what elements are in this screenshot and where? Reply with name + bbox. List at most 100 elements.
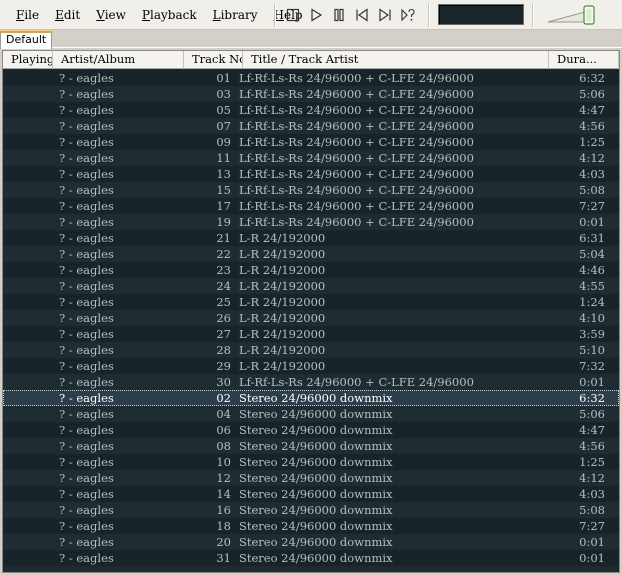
track-row[interactable]: ? - eagles 12 Stereo 24/96000 downmix 4:12 [3, 470, 619, 486]
menu-view[interactable]: View [88, 0, 134, 30]
track-row[interactable]: ? - eagles 02 Stereo 24/96000 downmix 6:32 [3, 390, 619, 406]
playing-cell [3, 390, 55, 406]
title-cell: L-R 24/192000 [239, 247, 326, 261]
playing-cell [3, 550, 55, 566]
track-row[interactable]: ? - eagles 01 Lf-Rf-Ls-Rs 24/96000 + C-LFE… [3, 70, 619, 86]
track-row[interactable]: ? - eagles 05 Lf-Rf-Ls-Rs 24/96000 + C-LFE… [3, 102, 619, 118]
track-row[interactable]: ? - eagles 09 Lf-Rf-Ls-Rs 24/96000 + C-LFE… [3, 134, 619, 150]
duration-cell: 7:32 [579, 359, 605, 373]
track-row[interactable]: ? - eagles 30 Lf-Rf-Ls-Rs 24/96000 + C-LFE… [3, 374, 619, 390]
artist-cell: ? - eagles [59, 263, 114, 277]
track-row[interactable]: ? - eagles 21 L-R 24/192000 6:31 [3, 230, 619, 246]
track-number-cell: 13 [216, 167, 231, 181]
duration-cell: 7:27 [579, 199, 605, 213]
pause-icon [334, 8, 344, 22]
toolbar-separator [428, 3, 430, 27]
track-row[interactable]: ? - eagles 18 Stereo 24/96000 downmix 7:27 [3, 518, 619, 534]
track-row[interactable]: ? - eagles 16 Stereo 24/96000 downmix 5:08 [3, 502, 619, 518]
track-number-cell: 15 [216, 183, 231, 197]
track-row[interactable]: ? - eagles 28 L-R 24/192000 5:10 [3, 342, 619, 358]
track-number-cell: 01 [216, 71, 231, 85]
volume-ramp-icon [547, 5, 595, 25]
track-row[interactable]: ? - eagles 27 L-R 24/192000 3:59 [3, 326, 619, 342]
title-cell: Lf-Rf-Ls-Rs 24/96000 + C-LFE 24/96000 [239, 183, 474, 197]
track-row[interactable]: ? - eagles 31 Stereo 24/96000 downmix 0:01 [3, 550, 619, 566]
track-row[interactable]: ? - eagles 19 Lf-Rf-Ls-Rs 24/96000 + C-LFE… [3, 214, 619, 230]
playing-cell [3, 342, 55, 358]
track-row[interactable]: ? - eagles 25 L-R 24/192000 1:24 [3, 294, 619, 310]
column-artist-album[interactable]: Artist/Album [53, 51, 184, 69]
duration-cell: 5:06 [579, 407, 605, 421]
previous-button[interactable] [352, 5, 372, 25]
track-number-cell: 09 [216, 135, 231, 149]
track-number-cell: 19 [216, 215, 231, 229]
title-cell: Lf-Rf-Ls-Rs 24/96000 + C-LFE 24/96000 [239, 375, 474, 389]
track-number-cell: 24 [216, 279, 231, 293]
play-button[interactable] [306, 5, 326, 25]
menu-file[interactable]: File [8, 0, 47, 30]
playlist-view[interactable]: Playing Artist/Album Track No Title / Tr… [2, 50, 620, 573]
column-playing[interactable]: Playing [3, 51, 53, 69]
track-row[interactable]: ? - eagles 26 L-R 24/192000 4:10 [3, 310, 619, 326]
track-number-cell: 20 [216, 535, 231, 549]
random-button[interactable] [398, 5, 418, 25]
artist-cell: ? - eagles [59, 215, 114, 229]
duration-cell: 5:04 [579, 247, 605, 261]
playing-cell [3, 134, 55, 150]
pause-button[interactable] [329, 5, 349, 25]
playing-cell [3, 262, 55, 278]
duration-cell: 7:27 [579, 519, 605, 533]
play-icon [311, 8, 323, 22]
track-number-cell: 21 [216, 231, 231, 245]
track-row[interactable]: ? - eagles 20 Stereo 24/96000 downmix 0:01 [3, 534, 619, 550]
title-cell: Lf-Rf-Ls-Rs 24/96000 + C-LFE 24/96000 [239, 71, 474, 85]
track-row[interactable]: ? - eagles 15 Lf-Rf-Ls-Rs 24/96000 + C-LFE… [3, 182, 619, 198]
track-row[interactable]: ? - eagles 22 L-R 24/192000 5:04 [3, 246, 619, 262]
column-track-no[interactable]: Track No [184, 51, 243, 69]
track-number-cell: 07 [216, 119, 231, 133]
duration-cell: 4:03 [579, 167, 605, 181]
duration-cell: 4:12 [579, 151, 605, 165]
track-row[interactable]: ? - eagles 04 Stereo 24/96000 downmix 5:06 [3, 406, 619, 422]
title-cell: L-R 24/192000 [239, 263, 326, 277]
playing-cell [3, 294, 55, 310]
artist-cell: ? - eagles [59, 375, 114, 389]
track-row[interactable]: ? - eagles 11 Lf-Rf-Ls-Rs 24/96000 + C-LFE… [3, 150, 619, 166]
artist-cell: ? - eagles [59, 407, 114, 421]
track-row[interactable]: ? - eagles 10 Stereo 24/96000 downmix 1:25 [3, 454, 619, 470]
title-cell: Stereo 24/96000 downmix [239, 503, 393, 517]
playing-cell [3, 198, 55, 214]
stop-button[interactable] [283, 5, 303, 25]
duration-cell: 4:03 [579, 487, 605, 501]
track-row[interactable]: ? - eagles 07 Lf-Rf-Ls-Rs 24/96000 + C-LFE… [3, 118, 619, 134]
track-row[interactable]: ? - eagles 17 Lf-Rf-Ls-Rs 24/96000 + C-LFE… [3, 198, 619, 214]
track-row[interactable]: ? - eagles 29 L-R 24/192000 7:32 [3, 358, 619, 374]
track-row[interactable]: ? - eagles 14 Stereo 24/96000 downmix 4:03 [3, 486, 619, 502]
track-row[interactable]: ? - eagles 24 L-R 24/192000 4:55 [3, 278, 619, 294]
next-button[interactable] [375, 5, 395, 25]
track-number-cell: 26 [216, 311, 231, 325]
title-cell: Stereo 24/96000 downmix [239, 439, 393, 453]
column-title[interactable]: Title / Track Artist [243, 51, 549, 69]
duration-cell: 5:08 [579, 183, 605, 197]
track-row[interactable]: ? - eagles 23 L-R 24/192000 4:46 [3, 262, 619, 278]
duration-cell: 1:24 [579, 295, 605, 309]
column-duration[interactable]: Dura... [549, 51, 619, 69]
menu-playback[interactable]: Playback [134, 0, 205, 30]
title-cell: Lf-Rf-Ls-Rs 24/96000 + C-LFE 24/96000 [239, 167, 474, 181]
title-cell: L-R 24/192000 [239, 359, 326, 373]
track-row[interactable]: ? - eagles 13 Lf-Rf-Ls-Rs 24/96000 + C-LFE… [3, 166, 619, 182]
track-number-cell: 17 [216, 199, 231, 213]
menu-edit[interactable]: Edit [47, 0, 88, 30]
track-row[interactable]: ? - eagles 06 Stereo 24/96000 downmix 4:47 [3, 422, 619, 438]
track-row[interactable]: ? - eagles 03 Lf-Rf-Ls-Rs 24/96000 + C-LFE… [3, 86, 619, 102]
artist-cell: ? - eagles [59, 119, 114, 133]
track-row[interactable]: ? - eagles 08 Stereo 24/96000 downmix 4:56 [3, 438, 619, 454]
volume-slider[interactable] [546, 5, 602, 25]
title-cell: L-R 24/192000 [239, 279, 326, 293]
title-cell: Lf-Rf-Ls-Rs 24/96000 + C-LFE 24/96000 [239, 199, 474, 213]
playing-cell [3, 278, 55, 294]
menu-library[interactable]: Library [205, 0, 266, 30]
tab-default[interactable]: Default [0, 31, 53, 49]
title-cell: L-R 24/192000 [239, 231, 326, 245]
